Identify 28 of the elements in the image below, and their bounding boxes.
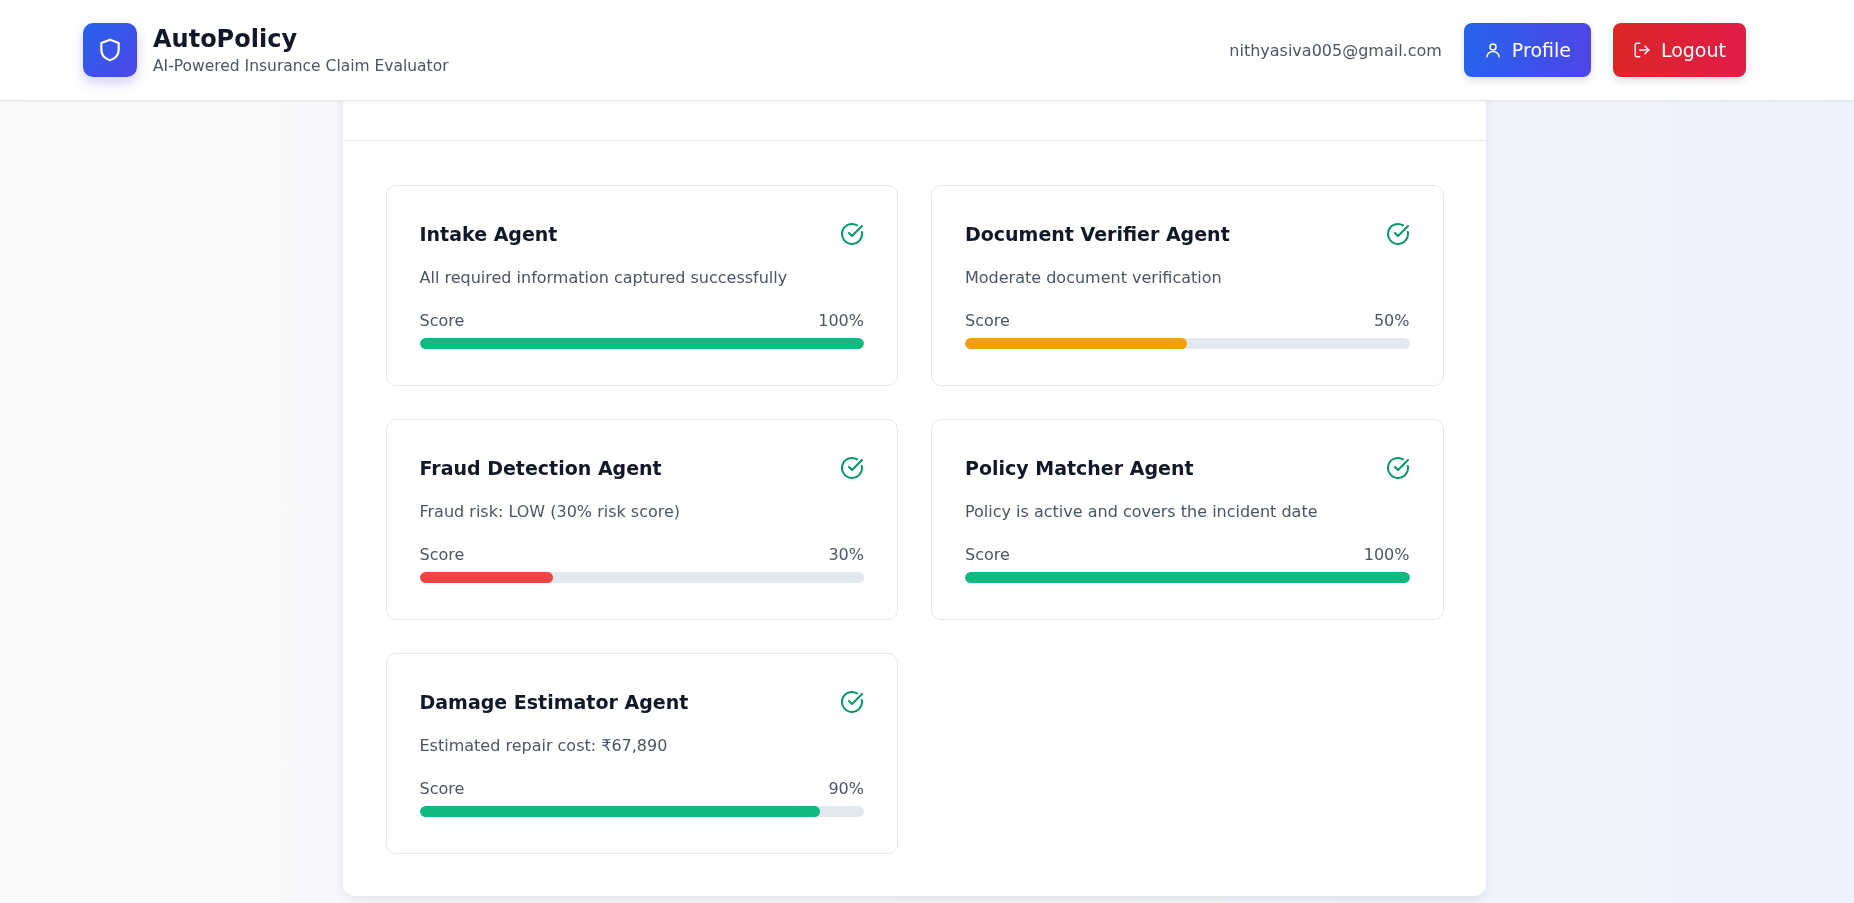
score-label: Score bbox=[965, 545, 1010, 564]
score-value: 100% bbox=[818, 311, 864, 330]
score-label: Score bbox=[965, 311, 1010, 330]
agent-name: Damage Estimator Agent bbox=[419, 691, 689, 713]
score-value: 90% bbox=[828, 779, 864, 798]
agent-summary: Estimated repair cost: ₹67,890 bbox=[419, 736, 669, 755]
score-label: Score bbox=[419, 311, 465, 330]
user-email: nithyasiva005@gmail.com bbox=[1229, 40, 1442, 60]
agent-summary: All required information captured successfully bbox=[419, 268, 789, 287]
agent-name: Intake Agent bbox=[419, 223, 558, 245]
profile-button[interactable]: Profile bbox=[1463, 23, 1591, 77]
agent-name: Document Verifier Agent bbox=[965, 223, 1230, 245]
agent-name: Fraud Detection Agent bbox=[419, 457, 662, 479]
score-value: 100% bbox=[1363, 545, 1410, 564]
user-icon bbox=[1483, 41, 1502, 59]
agent-summary: Fraud risk: LOW (30% risk score) bbox=[419, 502, 682, 521]
logout-icon bbox=[1632, 41, 1651, 59]
agent-summary: Policy is active and covers the incident date bbox=[965, 502, 1319, 521]
app-tagline: AI-Powered Insurance Claim Evaluator bbox=[153, 57, 449, 75]
shield-icon bbox=[83, 23, 137, 77]
score-label: Score bbox=[419, 779, 465, 798]
score-value: 30% bbox=[828, 545, 864, 564]
agent-summary: Moderate document verification bbox=[965, 268, 1223, 287]
agent-name: Policy Matcher Agent bbox=[965, 457, 1194, 479]
score-value: 50% bbox=[1373, 311, 1410, 330]
score-label: Score bbox=[419, 545, 465, 564]
app-name: AutoPolicy bbox=[153, 25, 299, 53]
logout-button[interactable]: Logout bbox=[1612, 23, 1746, 77]
